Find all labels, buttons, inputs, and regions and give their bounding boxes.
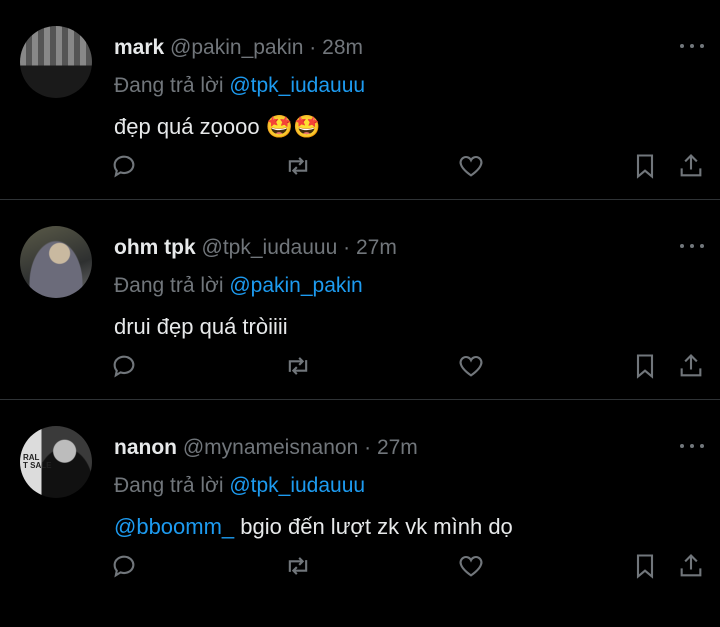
more-icon[interactable] (680, 438, 704, 454)
reply-icon[interactable] (108, 150, 140, 182)
tweet[interactable]: RAL T SALE nanon @mynameisnanon · 27m Đa… (0, 400, 720, 627)
mention-link[interactable]: @bboomm_ (114, 514, 234, 539)
heart-icon[interactable] (455, 350, 487, 382)
avatar[interactable]: RAL T SALE (20, 426, 92, 498)
replying-to: Đang trả lời @pakin_pakin (114, 274, 363, 298)
avatar-sign-text: RAL T SALE (23, 453, 52, 470)
timestamp[interactable]: 28m (322, 36, 363, 59)
reply-prefix: Đang trả lời (114, 474, 224, 497)
reply-icon[interactable] (108, 350, 140, 382)
replying-to: Đang trả lời @tpk_iudauuu (114, 474, 365, 498)
share-icon[interactable] (675, 150, 707, 182)
avatar[interactable] (20, 226, 92, 298)
separator-dot: · (309, 36, 317, 59)
tweet-header: ohm tpk @tpk_iudauuu · 27m (114, 236, 397, 260)
action-bar (0, 550, 720, 586)
share-icon[interactable] (675, 550, 707, 582)
share-icon[interactable] (675, 350, 707, 382)
display-name[interactable]: ohm tpk (114, 236, 196, 259)
tweet[interactable]: mark @pakin_pakin · 28m Đang trả lời @tp… (0, 0, 720, 200)
retweet-icon[interactable] (282, 350, 314, 382)
reply-to-link[interactable]: @tpk_iudauuu (229, 74, 365, 97)
bookmark-icon[interactable] (629, 150, 661, 182)
display-name[interactable]: mark (114, 36, 164, 59)
separator-dot: · (364, 436, 372, 459)
heart-icon[interactable] (455, 150, 487, 182)
reply-icon[interactable] (108, 550, 140, 582)
tweet-header: nanon @mynameisnanon · 27m (114, 436, 418, 460)
tweet-text: drui đẹp quá tròiiii (114, 314, 288, 340)
bookmark-icon[interactable] (629, 350, 661, 382)
timestamp[interactable]: 27m (377, 436, 418, 459)
more-icon[interactable] (680, 238, 704, 254)
replying-to: Đang trả lời @tpk_iudauuu (114, 74, 365, 98)
tweet-text: @bboomm_ bgio đến lượt zk vk mình dọ (114, 514, 513, 540)
reply-to-link[interactable]: @tpk_iudauuu (229, 474, 365, 497)
user-handle[interactable]: @pakin_pakin (170, 36, 303, 59)
tweet-body: drui đẹp quá tròiiii (114, 314, 288, 339)
timestamp[interactable]: 27m (356, 236, 397, 259)
tweet-text: đẹp quá zọooo 🤩🤩 (114, 114, 320, 140)
user-handle[interactable]: @tpk_iudauuu (202, 236, 338, 259)
heart-icon[interactable] (455, 550, 487, 582)
separator-dot: · (343, 236, 351, 259)
tweet-body: bgio đến lượt zk vk mình dọ (234, 514, 513, 539)
reply-prefix: Đang trả lời (114, 274, 224, 297)
action-bar (0, 150, 720, 186)
reply-prefix: Đang trả lời (114, 74, 224, 97)
timeline: mark @pakin_pakin · 28m Đang trả lời @tp… (0, 0, 720, 627)
tweet[interactable]: ohm tpk @tpk_iudauuu · 27m Đang trả lời … (0, 200, 720, 400)
user-handle[interactable]: @mynameisnanon (183, 436, 358, 459)
tweet-header: mark @pakin_pakin · 28m (114, 36, 363, 60)
retweet-icon[interactable] (282, 550, 314, 582)
action-bar (0, 350, 720, 386)
avatar[interactable] (20, 26, 92, 98)
reply-to-link[interactable]: @pakin_pakin (229, 274, 362, 297)
display-name[interactable]: nanon (114, 436, 177, 459)
bookmark-icon[interactable] (629, 550, 661, 582)
retweet-icon[interactable] (282, 150, 314, 182)
more-icon[interactable] (680, 38, 704, 54)
tweet-body: đẹp quá zọooo 🤩🤩 (114, 114, 321, 139)
